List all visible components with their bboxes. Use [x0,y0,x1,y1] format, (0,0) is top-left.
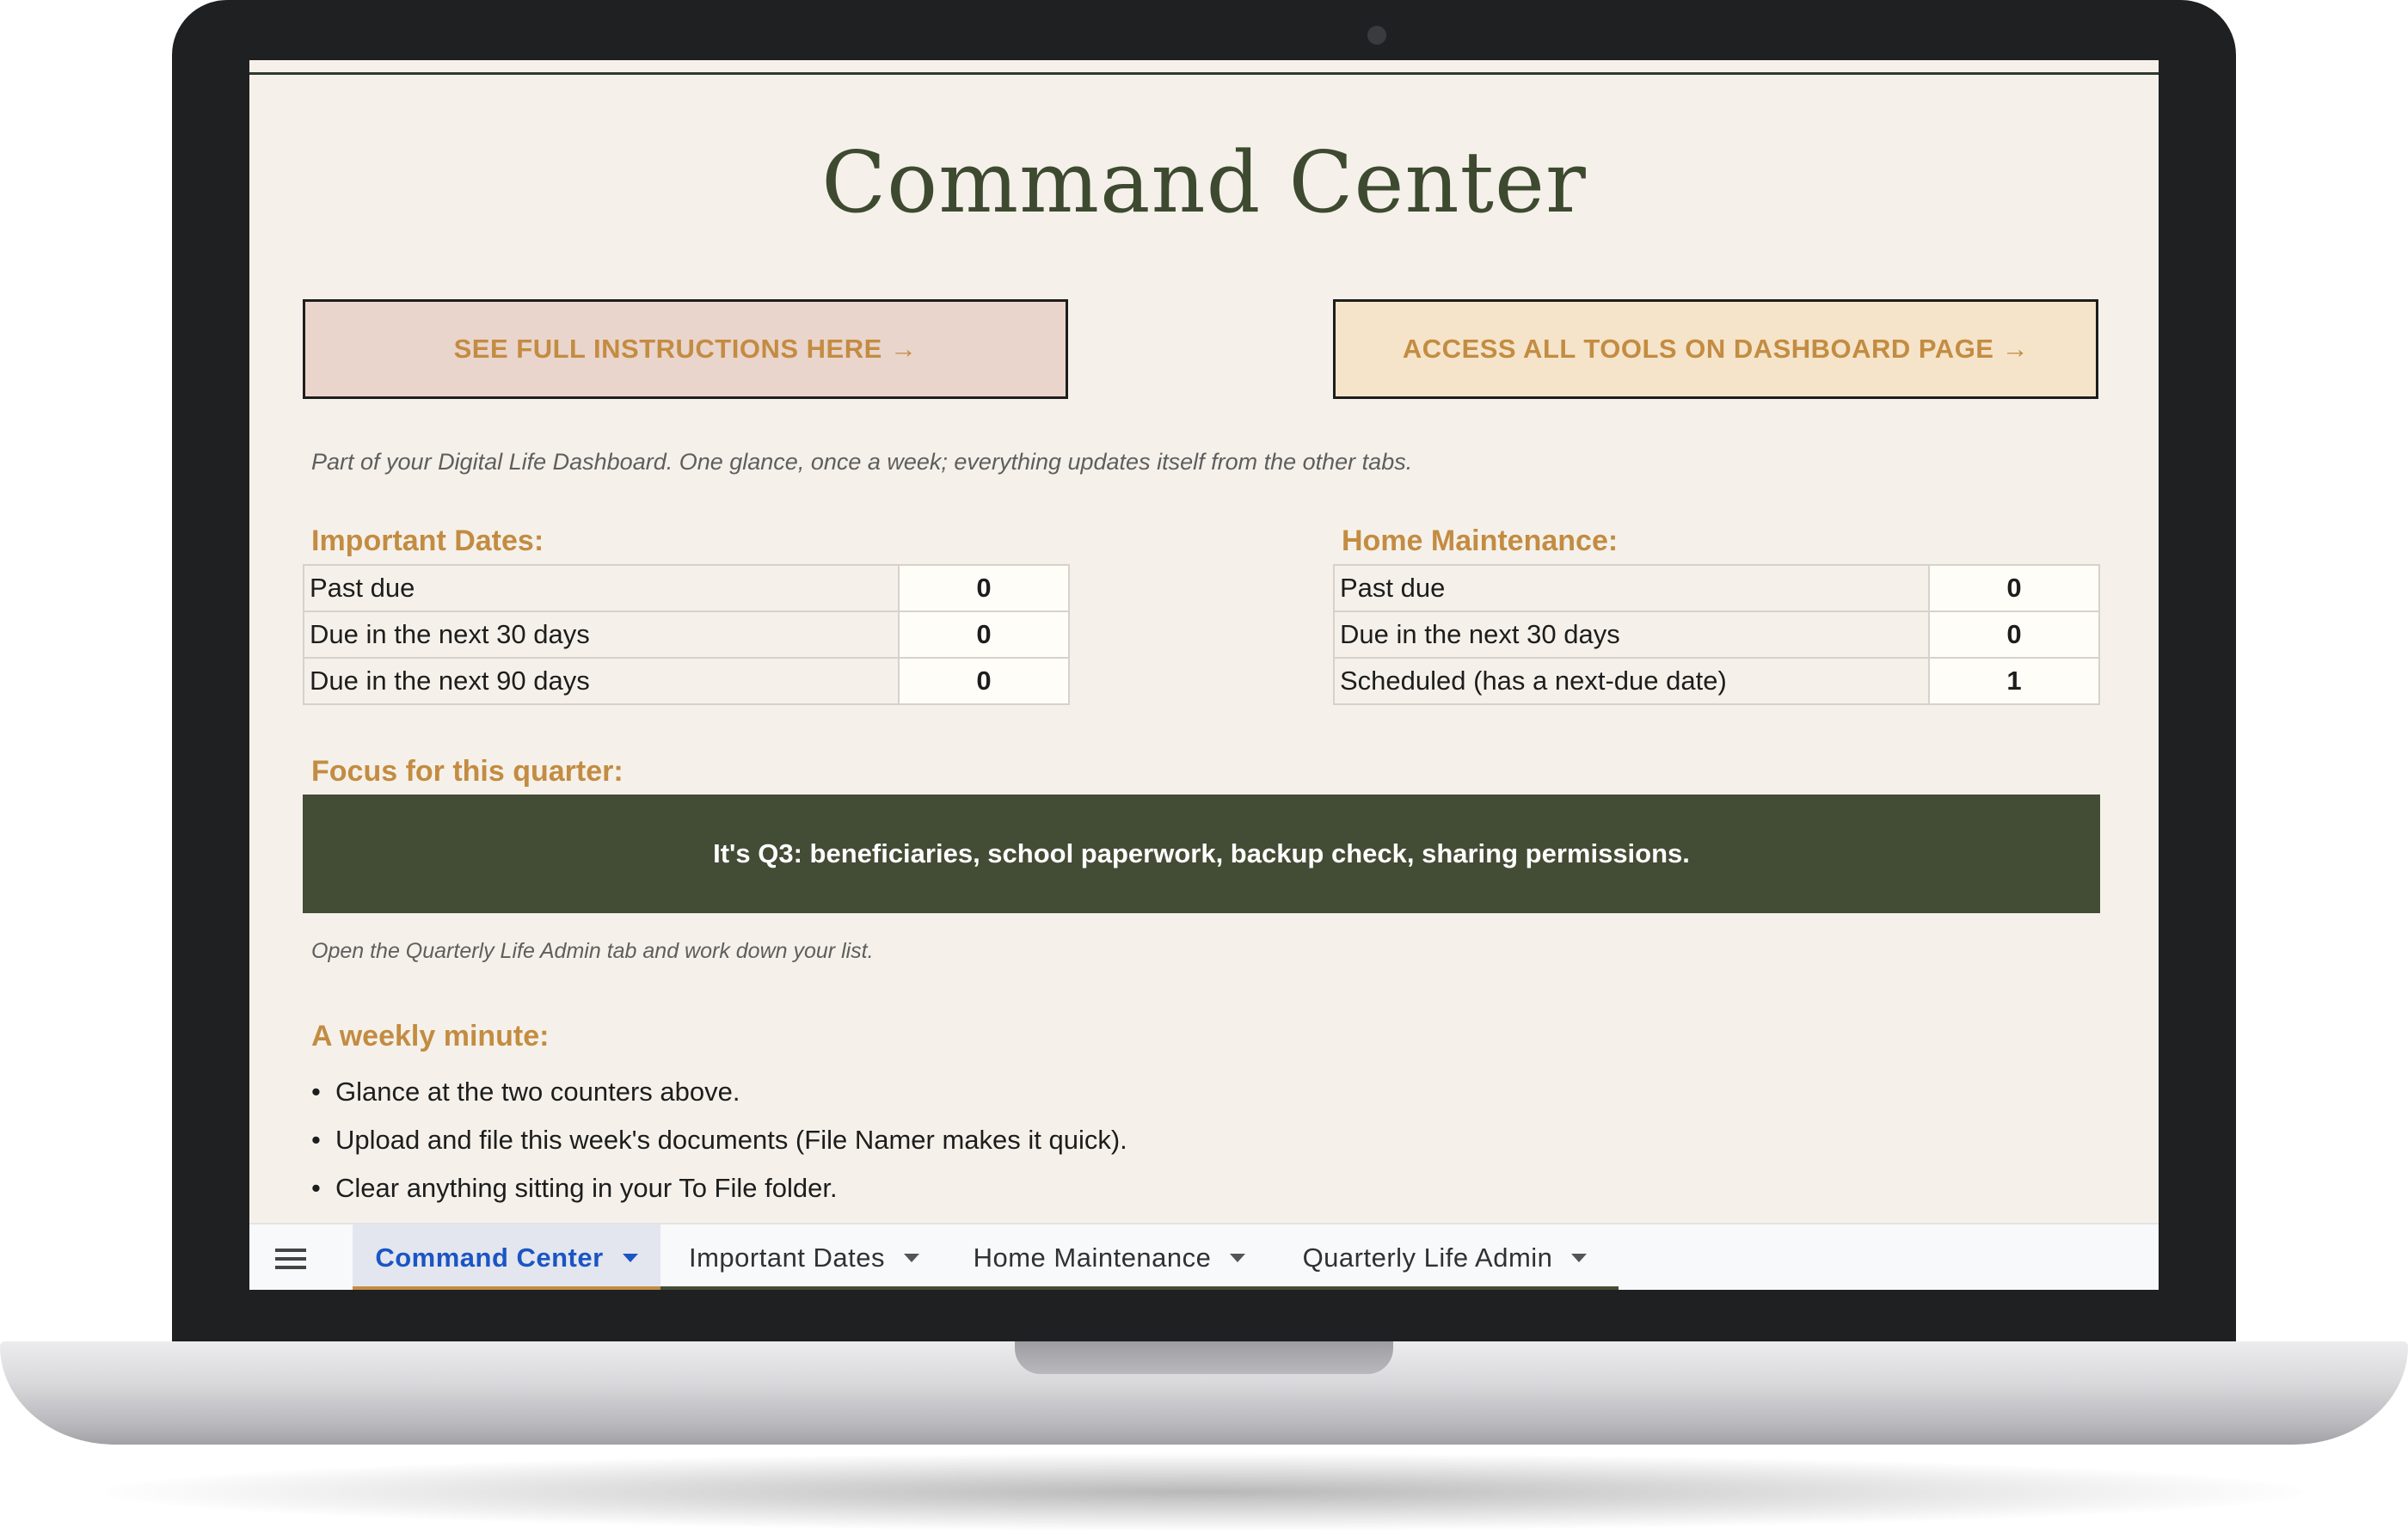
important-dates-table: Past due 0 Due in the next 30 days 0 Due… [303,564,1070,705]
hamburger-menu-icon[interactable] [275,1243,306,1273]
row-label[interactable]: Past due [1333,564,1930,612]
row-value[interactable]: 0 [898,564,1070,612]
laptop-notch [1015,1341,1393,1374]
tab-color-strip [1271,1286,1619,1290]
tab-command-center[interactable]: Command Center [353,1224,660,1290]
tab-label: Important Dates [688,1243,886,1273]
table-row: Past due 0 [303,564,1070,612]
focus-banner[interactable]: It's Q3: beneficiaries, school paperwork… [303,795,2100,913]
focus-heading: Focus for this quarter: [311,755,624,788]
list-item-text: Upload and file this week's documents (F… [335,1125,1127,1155]
table-row: Due in the next 30 days 0 [1333,611,2100,659]
table-row: Past due 0 [1333,564,2100,612]
row-value[interactable]: 0 [898,611,1070,659]
weekly-list: • Glance at the two counters above. • Uplo… [311,1068,1127,1212]
chevron-down-icon[interactable] [904,1254,920,1262]
tab-color-strip [353,1286,660,1290]
focus-note: Open the Quarterly Life Admin tab and wo… [311,939,874,963]
tab-important-dates[interactable]: Important Dates [660,1224,948,1290]
bullet-icon: • [311,1077,321,1107]
tab-label: Quarterly Life Admin [1302,1243,1553,1273]
sheet-tab-bar: Command Center Important Dates Home Main… [249,1223,2159,1290]
spreadsheet-screen: Command Center SEE FULL INSTRUCTIONS HER… [249,60,2159,1290]
tab-home-maintenance[interactable]: Home Maintenance [948,1224,1271,1290]
home-maintenance-table: Past due 0 Due in the next 30 days 0 Sch… [1333,564,2100,705]
instructions-button[interactable]: SEE FULL INSTRUCTIONS HERE → [303,299,1068,399]
table-row: Due in the next 90 days 0 [303,657,1070,705]
camera-icon [1367,26,1386,45]
bullet-icon: • [311,1125,321,1155]
list-item-text: Clear anything sitting in your To File f… [335,1173,838,1203]
table-row: Scheduled (has a next-due date) 1 [1333,657,2100,705]
tab-label: Command Center [375,1243,604,1273]
row-value[interactable]: 1 [1928,657,2100,705]
row-label[interactable]: Due in the next 30 days [1333,611,1930,659]
list-item-text: Glance at the two counters above. [335,1077,740,1107]
row-label[interactable]: Scheduled (has a next-due date) [1333,657,1930,705]
chevron-down-icon[interactable] [1571,1254,1588,1262]
chevron-down-icon[interactable] [1230,1254,1246,1262]
row-label[interactable]: Due in the next 30 days [303,611,900,659]
tab-quarterly-life-admin[interactable]: Quarterly Life Admin [1271,1224,1619,1290]
tab-color-strip [660,1286,948,1290]
header-border [249,60,2159,75]
chevron-down-icon[interactable] [622,1254,638,1262]
list-item: • Clear anything sitting in your To File … [311,1164,1127,1212]
page-subtitle: Part of your Digital Life Dashboard. One… [311,449,1413,475]
weekly-heading: A weekly minute: [311,1020,550,1052]
row-value[interactable]: 0 [1928,564,2100,612]
home-maintenance-heading: Home Maintenance: [1342,525,1619,557]
row-label[interactable]: Due in the next 90 days [303,657,900,705]
laptop-shadow [103,1453,2305,1531]
row-value[interactable]: 0 [898,657,1070,705]
list-item: • Glance at the two counters above. [311,1068,1127,1116]
row-label[interactable]: Past due [303,564,900,612]
table-row: Due in the next 30 days 0 [303,611,1070,659]
page-title: Command Center [821,134,1587,232]
bullet-icon: • [311,1173,321,1203]
list-item: • Upload and file this week's documents (… [311,1116,1127,1164]
tab-color-strip [948,1286,1271,1290]
tab-label: Home Maintenance [973,1243,1212,1273]
dashboard-button[interactable]: ACCESS ALL TOOLS ON DASHBOARD PAGE → [1333,299,2098,399]
row-value[interactable]: 0 [1928,611,2100,659]
important-dates-heading: Important Dates: [311,525,544,557]
